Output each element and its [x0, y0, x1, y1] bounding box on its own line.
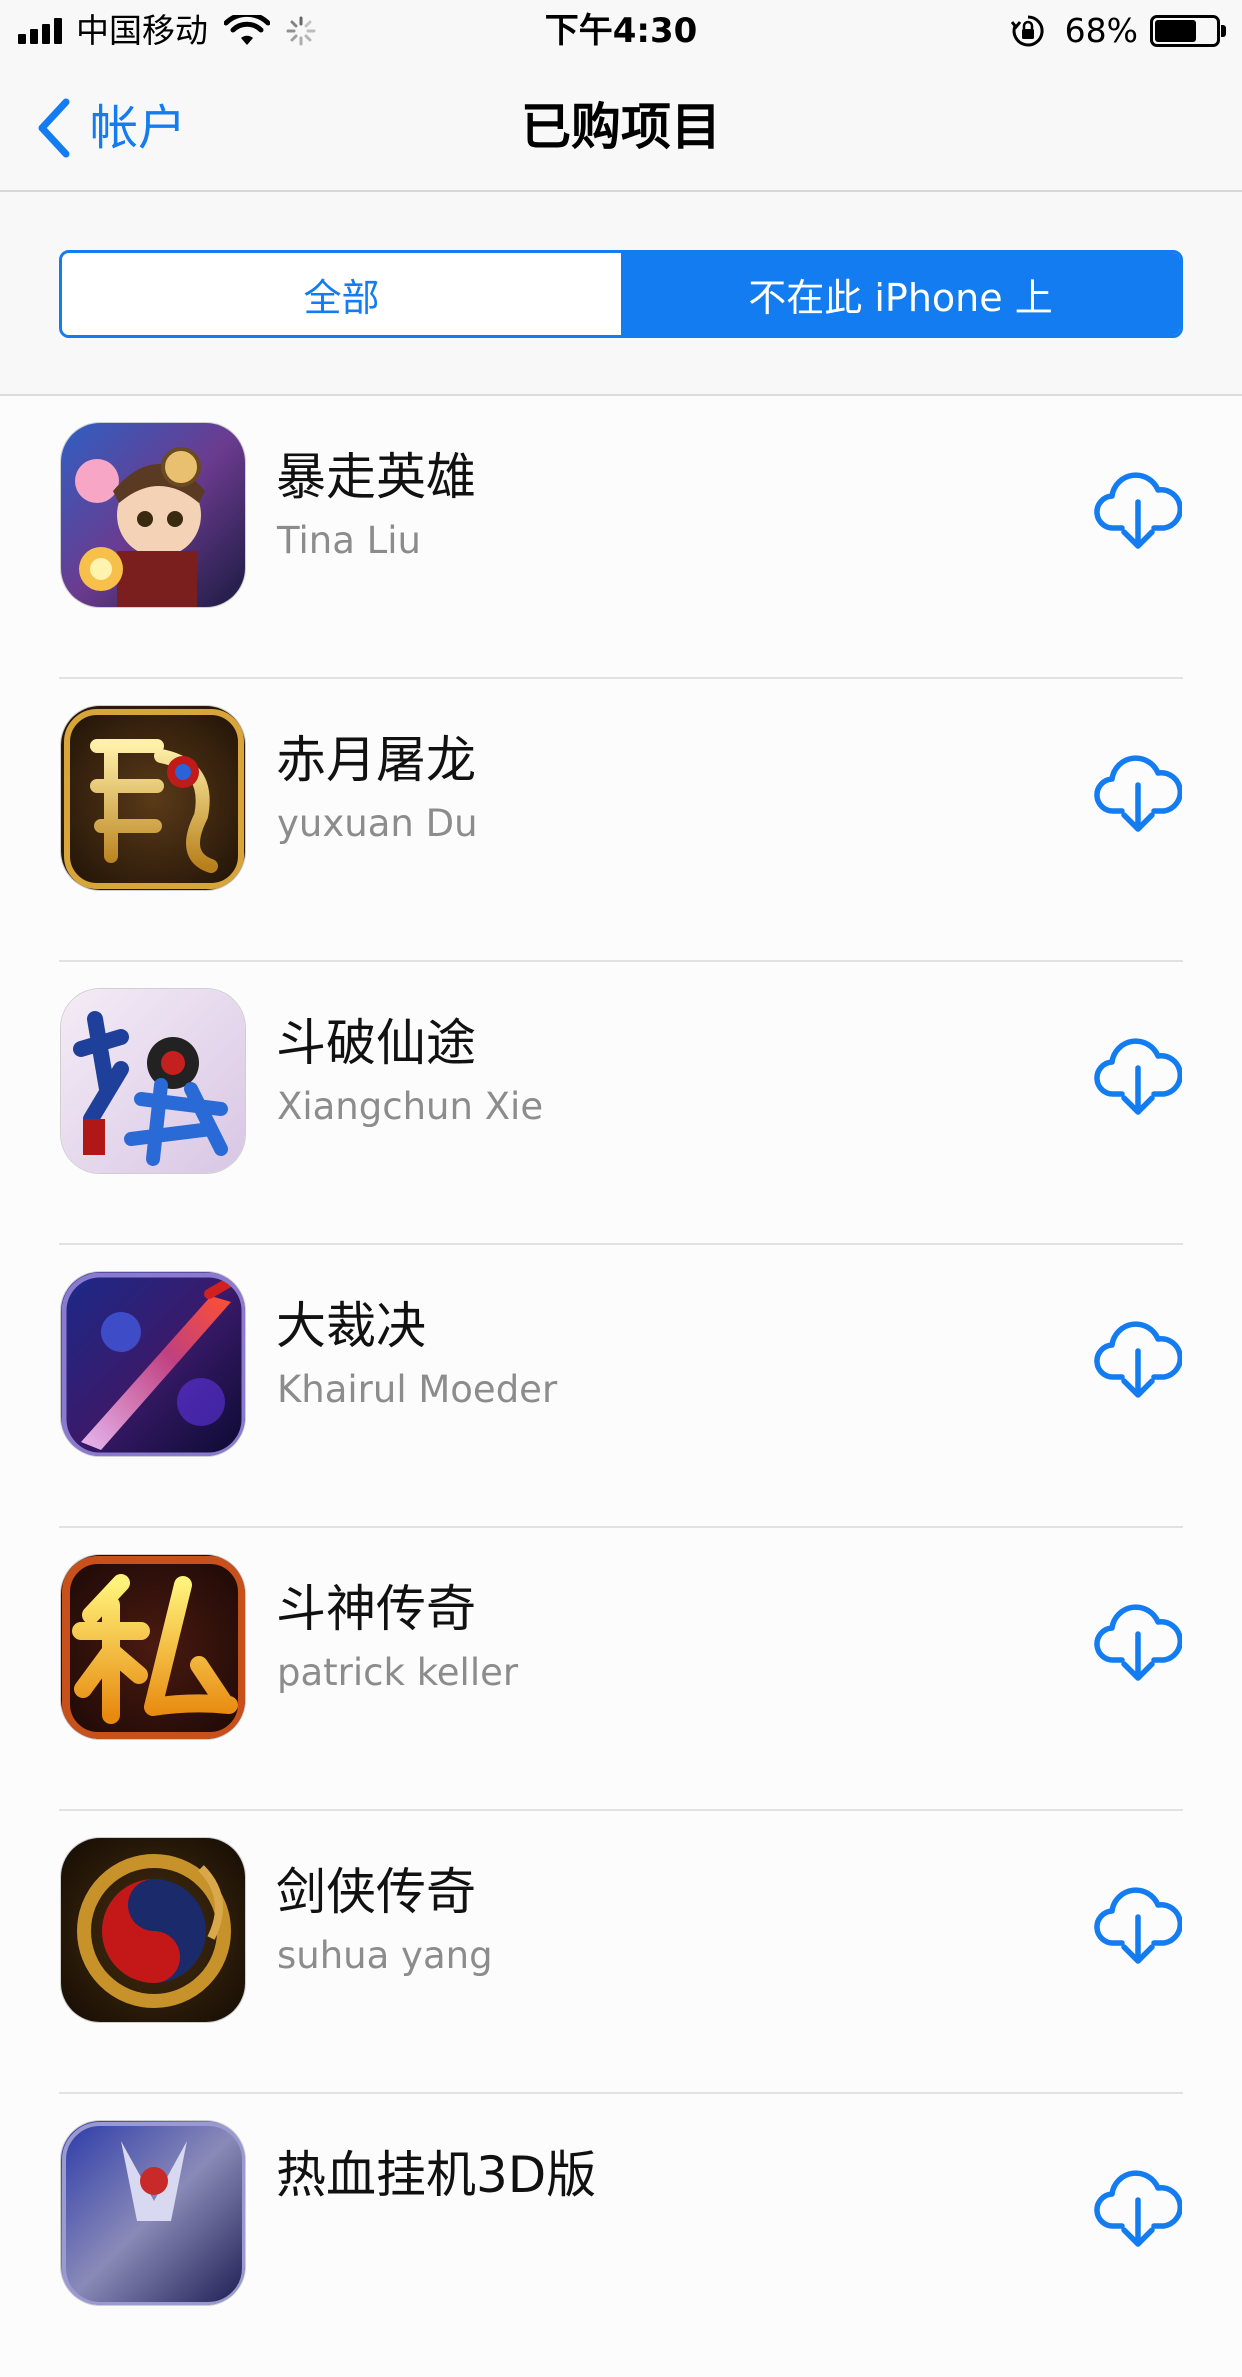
app-name: 剑侠传奇 — [276, 1863, 476, 1921]
list-item[interactable]: 剑侠传奇 suhua yang — [0, 1811, 1242, 2094]
developer-name: suhua yang — [277, 1934, 493, 1977]
battery-icon — [1150, 15, 1226, 47]
da-cai-jue-app-icon[interactable] — [60, 1271, 246, 1457]
page-title: 已购项目 — [521, 98, 721, 156]
segment-not-on-this-iphone[interactable]: 不在此 iPhone 上 — [621, 253, 1180, 335]
battery-percent: 68% — [1064, 11, 1138, 50]
navigation-bar: 帐户 已购项目 — [0, 62, 1242, 192]
developer-name: patrick keller — [277, 1651, 519, 1694]
bao-zou-ying-xiong-app-icon[interactable] — [60, 422, 246, 608]
cloud-download-icon[interactable] — [1094, 1034, 1182, 1118]
app-name: 暴走英雄 — [276, 448, 476, 506]
app-name: 斗破仙途 — [276, 1014, 476, 1072]
cloud-download-icon[interactable] — [1094, 1600, 1182, 1684]
jian-xia-chuan-qi-app-icon[interactable] — [60, 1837, 246, 2023]
list-item[interactable]: 大裁决 Khairul Moeder — [0, 1245, 1242, 1528]
cloud-download-icon[interactable] — [1094, 1317, 1182, 1401]
cloud-download-icon[interactable] — [1094, 751, 1182, 835]
purchase-filter-segmented-control: 全部 不在此 iPhone 上 — [59, 250, 1183, 338]
app-name: 大裁决 — [276, 1297, 426, 1355]
app-name: 斗神传奇 — [276, 1580, 476, 1638]
list-item[interactable]: 热血挂机3D版 — [0, 2094, 1242, 2377]
re-xue-gua-ji-app-icon[interactable] — [60, 2120, 246, 2306]
developer-name: Tina Liu — [277, 519, 421, 562]
app-name: 热血挂机3D版 — [276, 2146, 597, 2204]
dou-po-xian-tu-app-icon[interactable] — [60, 988, 246, 1174]
list-item[interactable]: 赤月屠龙 yuxuan Du — [0, 679, 1242, 962]
app-name: 赤月屠龙 — [276, 731, 476, 789]
list-item[interactable]: 斗破仙途 Xiangchun Xie — [0, 962, 1242, 1245]
orientation-lock-icon — [1010, 15, 1044, 47]
list-item[interactable]: 暴走英雄 Tina Liu — [0, 396, 1242, 679]
dou-shen-chuan-qi-app-icon[interactable] — [60, 1554, 246, 1740]
segment-all[interactable]: 全部 — [62, 253, 621, 335]
status-bar: 中国移动 下午4:30 68% — [0, 0, 1242, 62]
status-right: 68% — [1010, 10, 1226, 52]
segment-area: 全部 不在此 iPhone 上 — [0, 192, 1242, 396]
developer-name: Khairul Moeder — [277, 1368, 558, 1411]
purchased-app-list: 暴走英雄 Tina Liu 赤月屠龙 yuxuan Du 斗破仙途 Xiangc… — [0, 396, 1242, 2377]
cloud-download-icon[interactable] — [1094, 468, 1182, 552]
list-item[interactable]: 斗神传奇 patrick keller — [0, 1528, 1242, 1811]
developer-name: Xiangchun Xie — [277, 1085, 544, 1128]
chi-yue-tu-long-app-icon[interactable] — [60, 705, 246, 891]
cloud-download-icon[interactable] — [1094, 2166, 1182, 2250]
cloud-download-icon[interactable] — [1094, 1883, 1182, 1967]
developer-name: yuxuan Du — [277, 802, 478, 845]
